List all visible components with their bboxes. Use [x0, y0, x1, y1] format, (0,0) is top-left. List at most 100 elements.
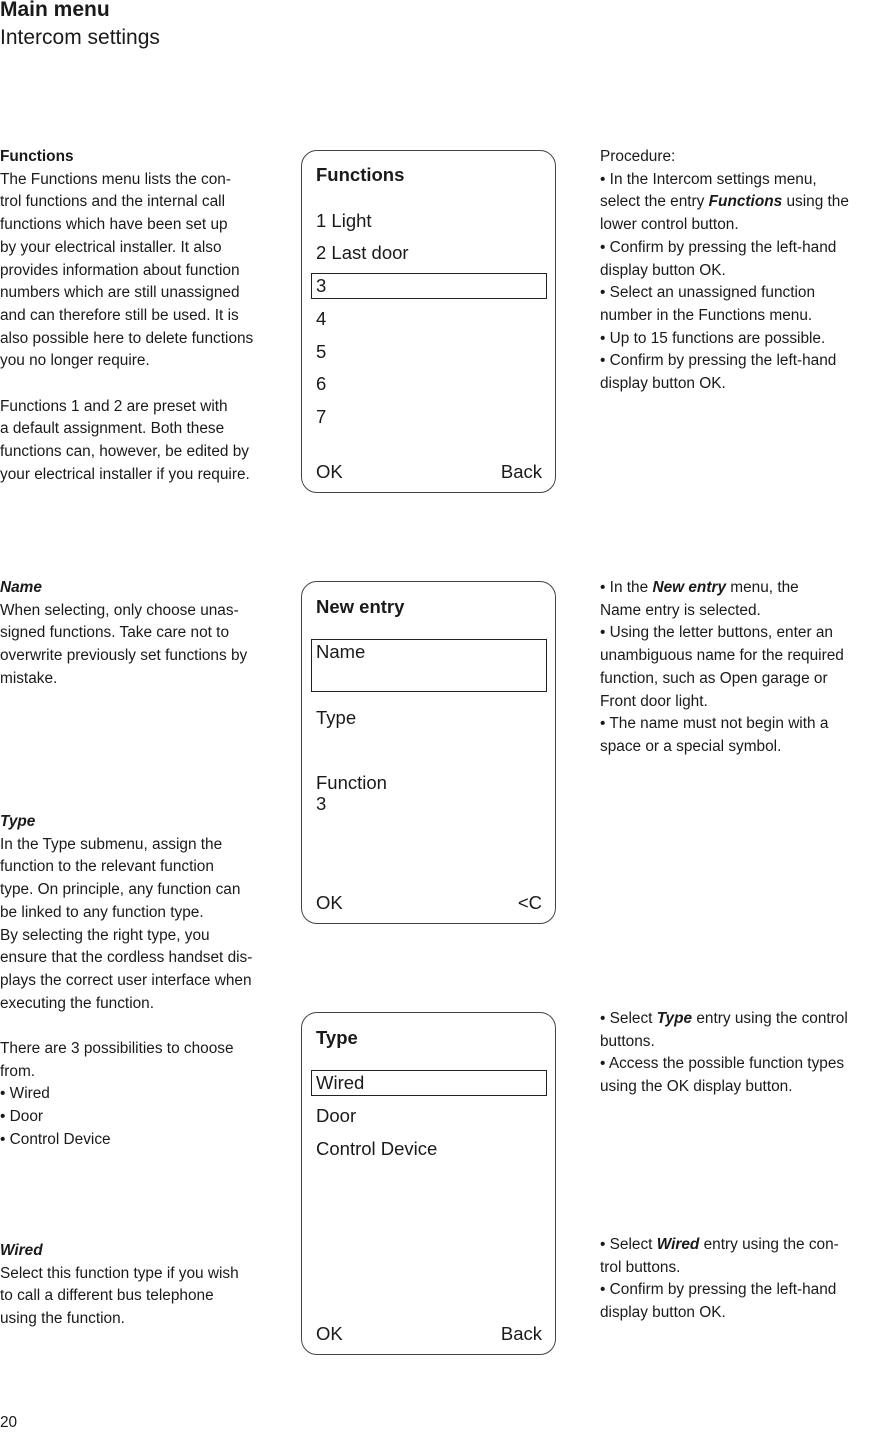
text-line: • Door — [0, 1108, 44, 1126]
procedure-line: • Select Type entry using the control — [600, 1010, 848, 1027]
screen-title: New entry — [316, 596, 405, 617]
functions-description: Functions The Functions menu lists the c… — [0, 146, 285, 487]
ok-softkey[interactable]: OK — [316, 892, 343, 914]
screen-title: Functions — [316, 164, 405, 185]
text-line: signed functions. Take care not to — [0, 624, 230, 642]
procedure-intro: Procedure: — [600, 148, 676, 165]
type-description: Type In the Type submenu, assign the func… — [0, 811, 285, 1152]
page-subtitle: Intercom settings — [0, 26, 160, 49]
procedure-line: • Up to 15 functions are possible. — [600, 329, 826, 347]
procedure-line: • In the New entry menu, the — [600, 579, 799, 596]
procedure-line: • The name must not begin with a — [600, 715, 829, 733]
back-softkey[interactable]: Back — [501, 461, 542, 483]
text-line: ensure that the cordless handset dis- — [0, 949, 253, 967]
menu-item-selected[interactable]: 3 — [311, 273, 547, 299]
text-line: using the function. — [0, 1310, 125, 1328]
procedure-line: • Confirm by pressing the left-hand — [600, 1281, 837, 1299]
text-line: functions can, however, be edited by — [0, 443, 249, 461]
functions-para1: The Functions menu lists the con-trol fu… — [0, 169, 285, 373]
type-procedure: • Select Type entry using the control bu… — [600, 1008, 876, 1099]
name-description: Name When selecting, only choose unas-si… — [0, 577, 285, 691]
menu-item-selected[interactable]: Wired — [311, 1070, 547, 1096]
procedure-line: Front door light. — [600, 692, 708, 710]
menu-item[interactable]: Door — [316, 1105, 356, 1127]
menu-item[interactable]: 4 — [316, 308, 326, 330]
procedure-line: function, such as Open garage or — [600, 669, 828, 687]
text-line: from. — [0, 1062, 36, 1080]
text-line: provides information about function — [0, 261, 240, 279]
procedure-line: display button OK. — [600, 375, 726, 393]
text-line: function to the relevant function — [0, 858, 214, 876]
procedure-line: buttons. — [600, 1032, 655, 1050]
menu-item[interactable]: 2 Last door — [316, 242, 409, 264]
new-entry-screen: New entry Name Type Function 3 OK <C — [301, 581, 556, 924]
procedure-line: space or a special symbol. — [600, 737, 782, 755]
menu-item[interactable]: 5 — [316, 341, 326, 363]
functions-para2: Functions 1 and 2 are preset with a defau… — [0, 396, 285, 487]
ok-softkey[interactable]: OK — [316, 1323, 343, 1345]
procedure-line: • In the Intercom settings menu, — [600, 170, 817, 188]
text-line: executing the function. — [0, 994, 155, 1012]
function-label: Function — [316, 772, 387, 793]
functions-screen: Functions 1 Light 2 Last door 3 4 5 6 7 … — [301, 150, 556, 493]
wired-description: Wired Select this function type if you w… — [0, 1240, 285, 1331]
type-options-list: • Wired • Door • Control Device — [0, 1083, 285, 1151]
text-line: also possible here to delete functions — [0, 329, 254, 347]
procedure-line: display button OK. — [600, 261, 726, 279]
wired-heading: Wired — [0, 1242, 43, 1259]
procedure-line: • Confirm by pressing the left-hand — [600, 352, 837, 370]
procedure-line: unambiguous name for the required — [600, 647, 844, 665]
text-line: • Wired — [0, 1085, 50, 1103]
text-line: In the Type submenu, assign the — [0, 835, 223, 853]
ok-softkey[interactable]: OK — [316, 461, 343, 483]
procedure-line: trol buttons. — [600, 1258, 681, 1276]
text-line: Select this function type if you wish — [0, 1264, 239, 1282]
wired-procedure: • Select Wired entry using the con- trol… — [600, 1234, 876, 1325]
text-line: type. On principle, any function can — [0, 881, 241, 899]
type-heading: Type — [0, 813, 36, 830]
name-field[interactable]: Name — [311, 639, 547, 692]
procedure-line: • Access the possible function types — [600, 1055, 845, 1073]
text-line: Functions 1 and 2 are preset with — [0, 397, 228, 415]
text-line: functions which have been set up — [0, 216, 228, 234]
text-line: There are 3 possibilities to choose — [0, 1040, 234, 1058]
type-para1: In the Type submenu, assign the function … — [0, 834, 285, 1016]
text-line: a default assignment. Both these — [0, 420, 225, 438]
text-line: be linked to any function type. — [0, 903, 204, 921]
name-procedure: • In the New entry menu, the Name entry … — [600, 577, 876, 759]
text-line: your electrical installer if you require… — [0, 465, 250, 483]
name-heading: Name — [0, 579, 42, 596]
procedure-line: • Using the letter buttons, enter an — [600, 624, 833, 642]
text-line: and can therefore still be used. It is — [0, 306, 239, 324]
screen-title: Type — [316, 1027, 358, 1048]
text-line: • Control Device — [0, 1130, 111, 1148]
type-para2: There are 3 possibilities to choose from. — [0, 1038, 285, 1083]
text-line: trol functions and the internal call — [0, 193, 226, 211]
type-field[interactable]: Type — [316, 707, 356, 729]
procedure-line: select the entry Functions using the — [600, 193, 849, 211]
text-line: plays the correct user interface when — [0, 971, 252, 989]
clear-softkey[interactable]: <C — [518, 892, 542, 914]
procedure-line: display button OK. — [600, 1304, 726, 1322]
functions-heading: Functions — [0, 148, 74, 165]
procedure-line: using the OK display button. — [600, 1078, 793, 1096]
menu-item[interactable]: 7 — [316, 406, 326, 428]
text-line: overwrite previously set functions by — [0, 647, 248, 665]
text-line: By selecting the right type, you — [0, 926, 210, 944]
procedure-line: lower control button. — [600, 216, 739, 234]
procedure-line: number in the Functions menu. — [600, 306, 813, 324]
text-line: The Functions menu lists the con- — [0, 170, 231, 188]
procedure-line: • Confirm by pressing the left-hand — [600, 238, 837, 256]
menu-item[interactable]: 6 — [316, 373, 326, 395]
text-line: to call a different bus telephone — [0, 1287, 214, 1305]
text-line: by your electrical installer. It also — [0, 238, 222, 256]
back-softkey[interactable]: Back — [501, 1323, 542, 1345]
name-para: When selecting, only choose unas-signed … — [0, 600, 285, 691]
procedure-line: Name entry is selected. — [600, 601, 761, 619]
page-number: 20 — [0, 1414, 18, 1431]
menu-item[interactable]: 1 Light — [316, 210, 372, 232]
procedure-line: • Select Wired entry using the con- — [600, 1236, 839, 1253]
text-line: you no longer require. — [0, 352, 150, 370]
text-line: numbers which are still unassigned — [0, 284, 240, 302]
menu-item[interactable]: Control Device — [316, 1138, 437, 1160]
